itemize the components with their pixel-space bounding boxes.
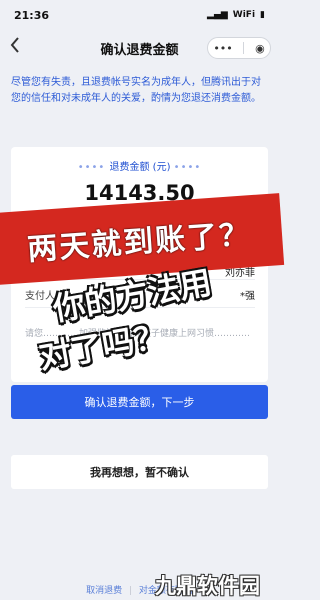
cancel-refund-link[interactable]: 取消退费	[86, 586, 122, 596]
confirm-refund-button[interactable]: 确认退费金额，下一步	[11, 385, 268, 419]
amount-label: •••• 退费金额 (元) ••••	[11, 158, 268, 173]
watermark: 九鼎软件园	[155, 574, 260, 598]
battery-icon: ▮	[260, 10, 265, 20]
rethink-button[interactable]: 我再想想，暂不确认	[11, 455, 268, 489]
signal-icon: ▂▄▆	[207, 10, 228, 20]
capsule-divider	[243, 42, 245, 54]
back-button[interactable]	[10, 37, 30, 59]
mini-program-capsule: ••• ◉	[207, 37, 271, 59]
chevron-left-icon	[10, 37, 19, 53]
status-time: 21:36	[14, 8, 50, 22]
amount-label-text: 退费金额 (元)	[109, 162, 171, 173]
more-icon[interactable]: •••	[213, 42, 232, 55]
payer-value: *强	[240, 291, 255, 302]
refund-notice: 尽管您有失责，且退费帐号实名为成年人，但腾讯出于对您的信任和对未成年人的关爱，酌…	[11, 77, 261, 104]
close-icon[interactable]: ◉	[255, 42, 265, 55]
page-title: 确认退费金额	[100, 42, 179, 58]
nav-bar: 确认退费金额 ••• ◉	[0, 30, 279, 66]
wifi-icon: WiFi	[232, 10, 256, 20]
right-dots-icon: ••••	[173, 162, 202, 173]
left-dots-icon: ••••	[77, 162, 110, 173]
status-bar: 21:36 ▂▄▆ WiFi ▮	[0, 0, 279, 30]
footer-divider: |	[128, 586, 133, 596]
status-icons: ▂▄▆ WiFi ▮	[207, 10, 265, 20]
